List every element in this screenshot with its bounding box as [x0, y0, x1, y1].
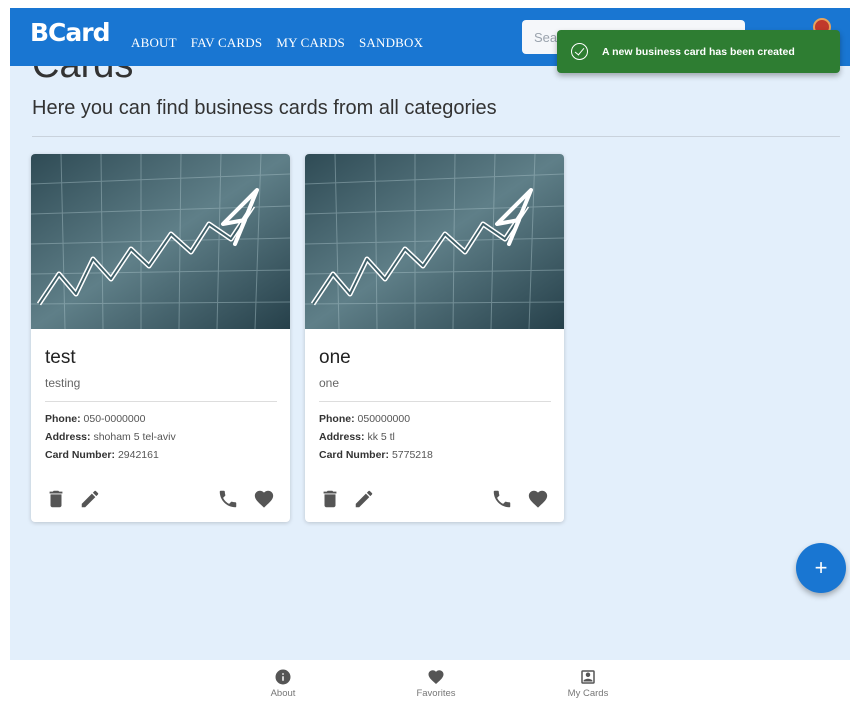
heart-icon[interactable]: [527, 488, 549, 510]
phone-icon[interactable]: [491, 488, 513, 510]
card-number-label: Card Number:: [45, 449, 116, 461]
nav-fav-cards[interactable]: FAV CARDS: [191, 35, 263, 51]
phone-label: Phone:: [45, 413, 81, 425]
app-viewport: Cards BCard ABOUT FAV CARDS MY CARDS SAN…: [10, 8, 850, 660]
heart-icon: [428, 670, 444, 685]
card-title: test: [45, 347, 76, 368]
card-details: Phone: 050-0000000 Address: shoham 5 tel…: [45, 410, 176, 464]
check-circle-icon: [571, 43, 588, 60]
snackbar-message: A new business card has been created: [602, 45, 795, 58]
card-actions: [319, 488, 551, 510]
edit-icon[interactable]: [353, 488, 375, 510]
bottom-nav-favorites[interactable]: Favorites: [396, 668, 476, 699]
card-divider: [319, 401, 551, 402]
card-actions: [45, 488, 277, 510]
bottom-nav-my-cards[interactable]: My Cards: [548, 668, 628, 699]
address-label: Address:: [319, 431, 365, 443]
main-nav: ABOUT FAV CARDS MY CARDS SANDBOX: [131, 35, 423, 51]
card-subtitle: testing: [45, 376, 81, 390]
card-title: one: [319, 347, 351, 368]
card-subtitle: one: [319, 376, 340, 390]
info-icon: [275, 669, 291, 685]
card-number-value: 2942161: [117, 449, 159, 461]
business-card[interactable]: one one Phone: 050000000 Address: kk 5 t…: [305, 154, 564, 522]
card-number-value: 5775218: [391, 449, 433, 461]
phone-value: 050000000: [357, 413, 411, 425]
logo[interactable]: BCard: [30, 18, 110, 47]
edit-icon[interactable]: [79, 488, 101, 510]
divider: [32, 136, 840, 137]
business-card[interactable]: test testing Phone: 050-0000000 Address:…: [31, 154, 290, 522]
add-card-button[interactable]: +: [796, 543, 846, 593]
bottom-nav-label: Favorites: [416, 688, 456, 699]
card-number-label: Card Number:: [319, 449, 390, 461]
card-divider: [45, 401, 277, 402]
heart-icon[interactable]: [253, 488, 275, 510]
contact-card-icon: [581, 670, 595, 684]
page-subtitle: Here you can find business cards from al…: [32, 97, 497, 119]
nav-my-cards[interactable]: MY CARDS: [276, 35, 345, 51]
address-value: kk 5 tl: [367, 431, 395, 443]
bottom-navigation: About Favorites My Cards: [0, 660, 850, 703]
delete-icon[interactable]: [45, 488, 67, 510]
nav-about[interactable]: ABOUT: [131, 35, 177, 51]
bottom-nav-label: About: [270, 688, 296, 699]
phone-value: 050-0000000: [83, 413, 146, 425]
phone-label: Phone:: [319, 413, 355, 425]
success-snackbar: A new business card has been created: [557, 30, 840, 73]
nav-sandbox[interactable]: SANDBOX: [359, 35, 423, 51]
card-details: Phone: 050000000 Address: kk 5 tl Card N…: [319, 410, 433, 464]
phone-icon[interactable]: [217, 488, 239, 510]
address-label: Address:: [45, 431, 91, 443]
delete-icon[interactable]: [319, 488, 341, 510]
bottom-nav-about[interactable]: About: [243, 668, 323, 699]
card-image: [31, 154, 290, 329]
card-image: [305, 154, 564, 329]
address-value: shoham 5 tel-aviv: [93, 431, 176, 443]
bottom-nav-label: My Cards: [567, 688, 609, 699]
